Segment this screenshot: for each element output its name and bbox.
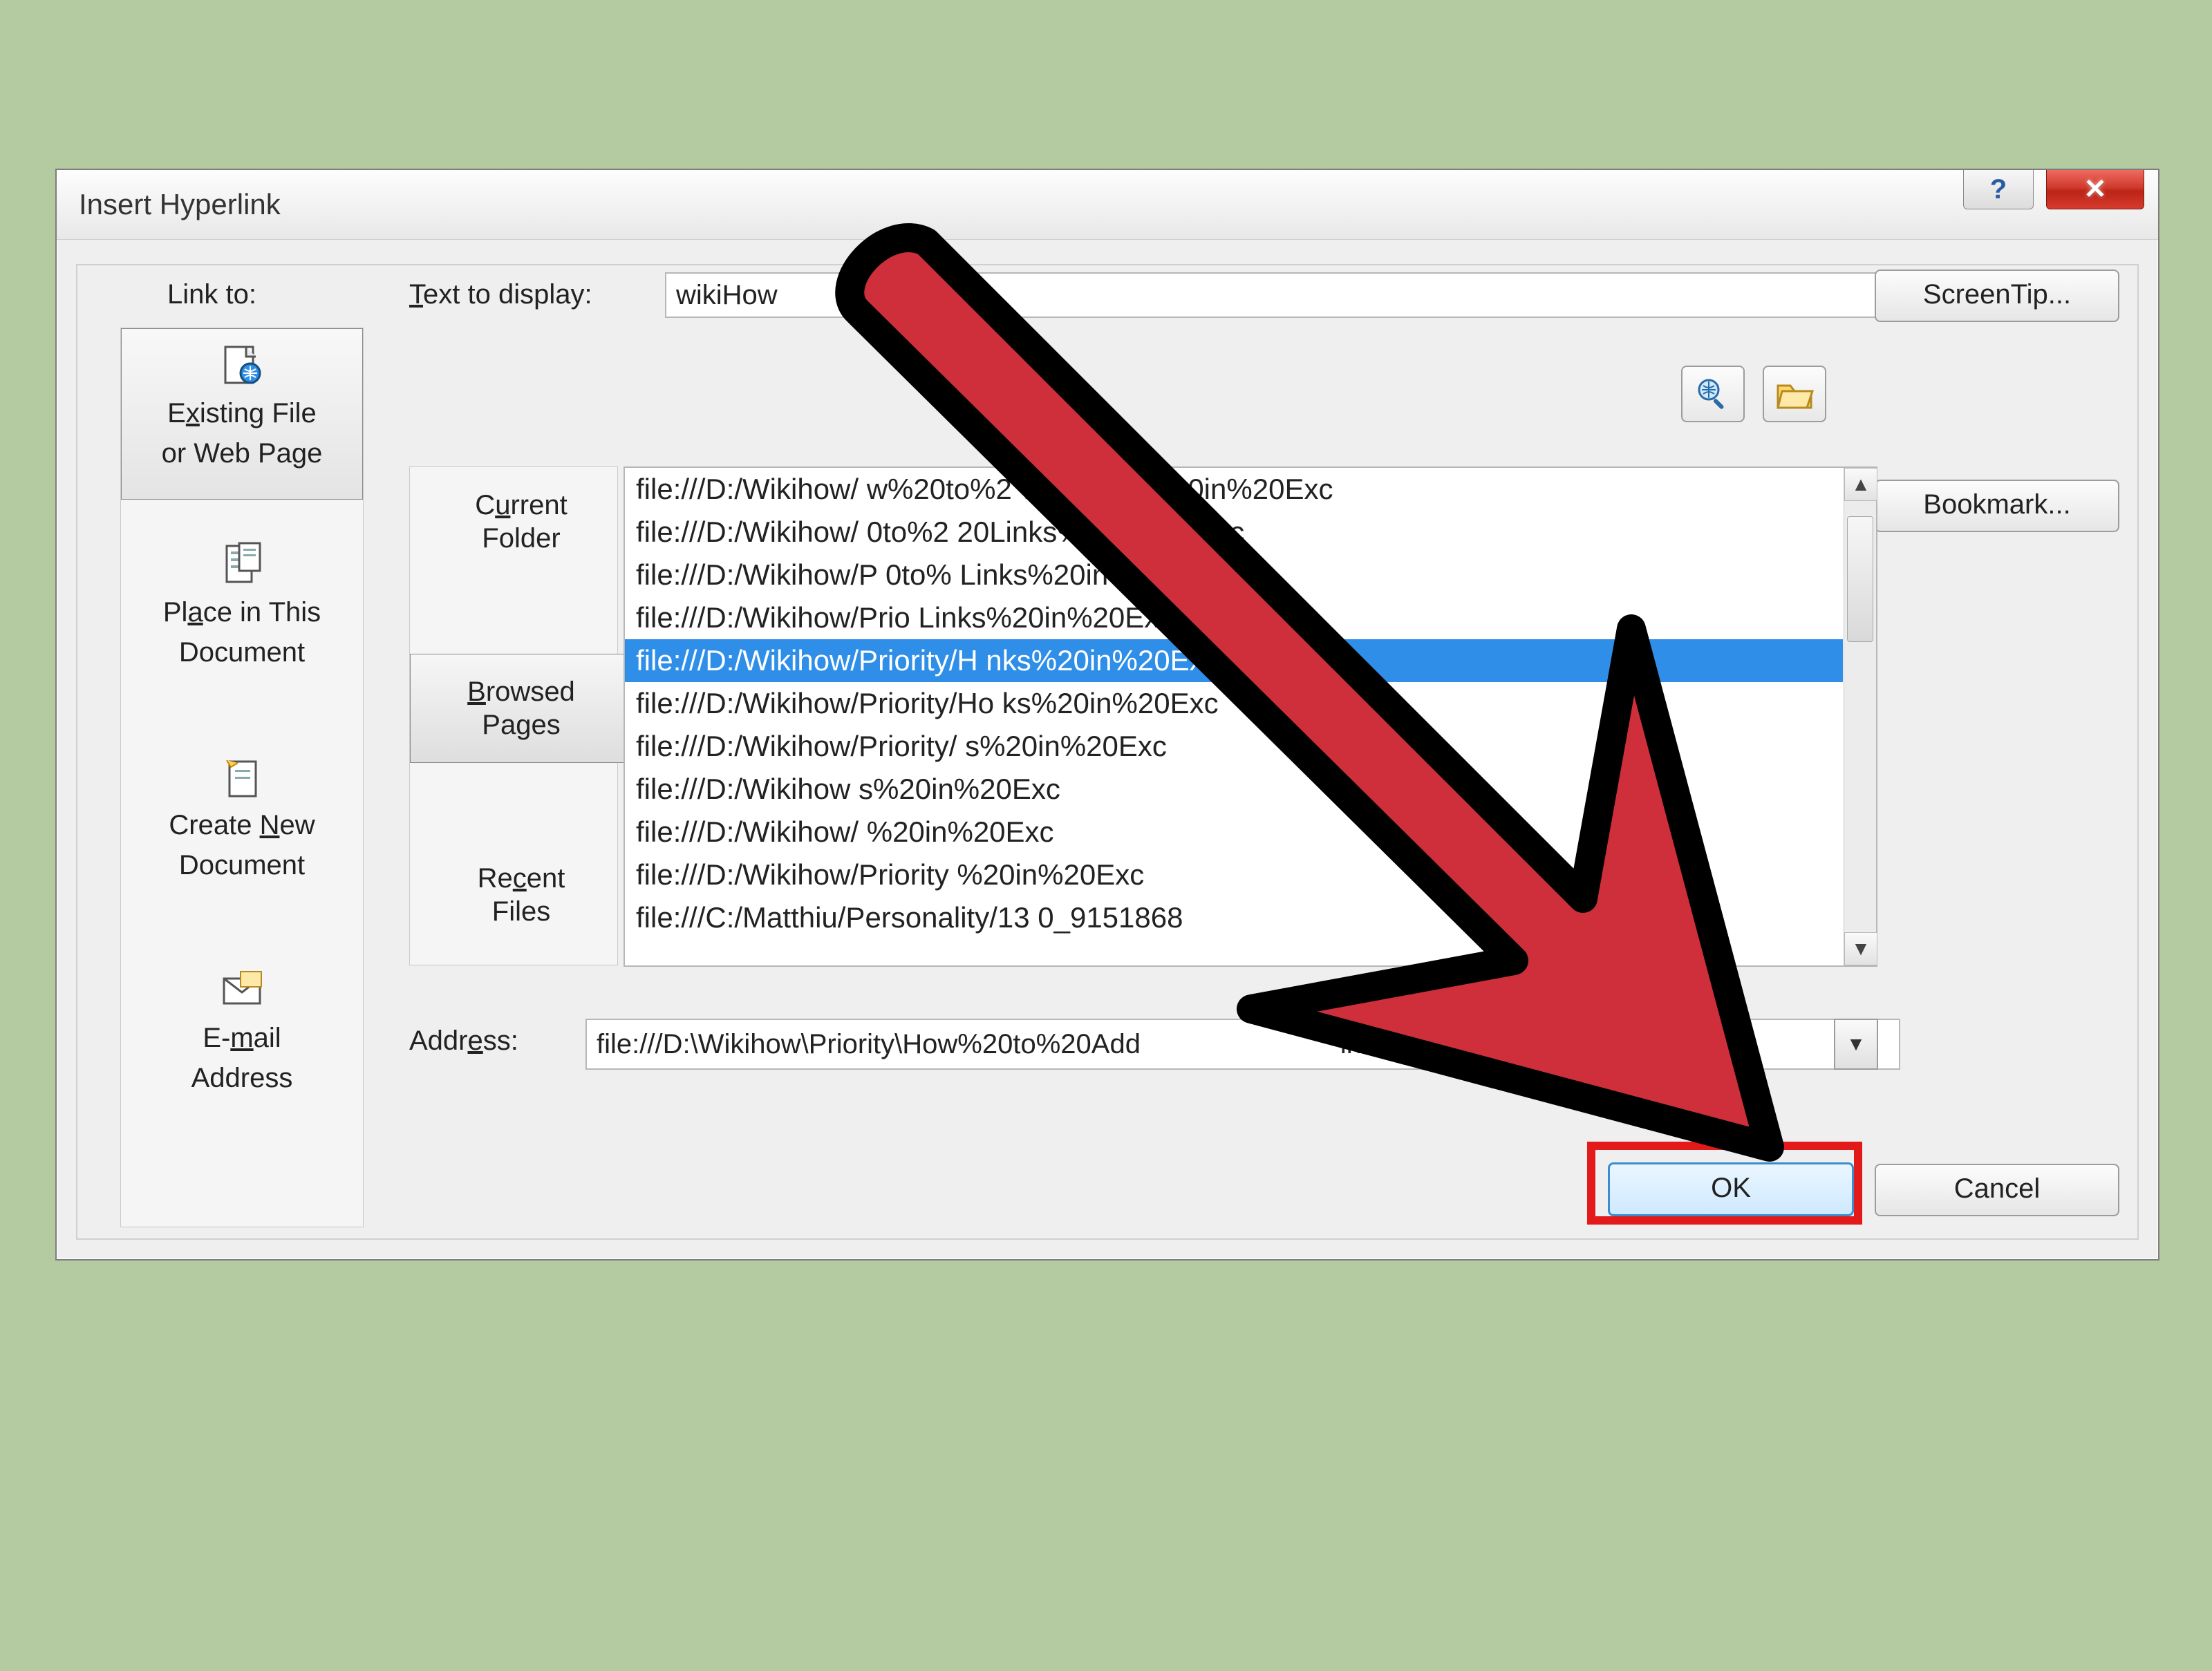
file-list[interactable]: file:///D:/Wikihow/ w%20to%2 %20Links%20… (624, 466, 1877, 967)
document-bookmark-icon (220, 542, 264, 586)
chevron-down-icon[interactable]: ▼ (1834, 1019, 1878, 1070)
file-list-item[interactable]: file:///D:/Wikihow/P 0to% Links%20in%20E… (625, 554, 1843, 596)
address-combobox[interactable]: ▼ (585, 1019, 1878, 1067)
file-list-item[interactable]: file:///C:/Matthiu/Personality/13 0_9151… (625, 896, 1843, 939)
help-button[interactable]: ? (1963, 170, 2034, 209)
file-list-item[interactable]: file:///D:/Wikihow/ w%20to%2 %20Links%20… (625, 468, 1843, 511)
page-web-icon (220, 343, 264, 387)
link-to-label-line2: Address (129, 1061, 355, 1095)
link-to-label-line1: Place in This (129, 595, 355, 630)
scrollbar[interactable]: ▲ ▼ (1844, 468, 1876, 965)
browse-tabs: CurrentFolder BrowsedPages RecentFiles (409, 466, 618, 965)
titlebar: Insert Hyperlink ? ✕ (57, 170, 2158, 240)
link-to-label-line1: Create New (129, 808, 355, 842)
file-list-item[interactable]: file:///D:/Wikihow/ 0to%2 20Links%20in%2… (625, 511, 1843, 554)
link-to-label-line1: Existing File (129, 396, 355, 431)
link-to-email[interactable]: E-mail Address (121, 953, 363, 1138)
link-to-label-line2: Document (129, 635, 355, 670)
bookmark-button[interactable]: Bookmark... (1875, 480, 2119, 532)
ok-button[interactable]: OK (1608, 1162, 1854, 1216)
lookin-toolbar (1681, 366, 1826, 422)
scroll-up-icon[interactable]: ▲ (1844, 468, 1877, 501)
link-to-create-new[interactable]: Create New Document (121, 740, 363, 925)
close-icon: ✕ (2083, 173, 2107, 205)
file-list-item[interactable]: file:///D:/Wikihow/Priority/H nks%20in%2… (625, 639, 1843, 682)
tab-recent-files[interactable]: RecentFiles (410, 840, 632, 950)
file-list-item[interactable]: file:///D:/Wikihow/Priority/ s%20in%20Ex… (625, 725, 1843, 768)
new-document-icon (220, 755, 264, 799)
link-to-existing-file[interactable]: Existing File or Web Page (121, 328, 363, 500)
close-button[interactable]: ✕ (2046, 170, 2144, 209)
text-to-display-input[interactable] (665, 272, 1897, 318)
browse-web-button[interactable] (1681, 366, 1745, 422)
link-to-label: Link to: (167, 279, 256, 310)
file-list-item[interactable]: file:///D:/Wikihow s%20in%20Exc (625, 768, 1843, 811)
file-list-item[interactable]: file:///D:/Wikihow/Priority %20in%20Exc (625, 853, 1843, 896)
dialog-body: Link to: Existing File or Web Page Place… (76, 264, 2139, 1240)
magnifier-web-icon (1694, 376, 1732, 412)
dialog-title: Insert Hyperlink (79, 188, 281, 221)
link-to-list: Existing File or Web Page Place in This … (120, 328, 364, 1227)
text-to-display-label: Text to display: (409, 279, 592, 310)
screentip-button[interactable]: ScreenTip... (1875, 270, 2119, 322)
file-list-item[interactable]: file:///D:/Wikihow/Priority/Ho ks%20in%2… (625, 682, 1843, 725)
scroll-down-icon[interactable]: ▼ (1844, 932, 1877, 965)
help-icon: ? (1990, 174, 2007, 205)
folder-open-icon (1775, 376, 1814, 412)
file-list-item[interactable]: file:///D:/Wikihow/ %20in%20Exc (625, 811, 1843, 853)
link-to-label-line2: or Web Page (129, 436, 355, 471)
browse-file-button[interactable] (1763, 366, 1826, 422)
file-list-item[interactable]: file:///D:/Wikihow/Prio Links%20in%20Exc (625, 596, 1843, 639)
email-icon (220, 967, 264, 1012)
link-to-place-in-doc[interactable]: Place in This Document (121, 527, 363, 712)
address-input[interactable] (585, 1019, 1900, 1070)
address-label: Address: (409, 1026, 518, 1057)
link-to-label-line1: E-mail (129, 1021, 355, 1055)
scroll-thumb[interactable] (1847, 516, 1873, 642)
tab-browsed-pages[interactable]: BrowsedPages (410, 654, 632, 763)
link-to-label-line2: Document (129, 848, 355, 882)
tab-current-folder[interactable]: CurrentFolder (410, 467, 632, 576)
cancel-button[interactable]: Cancel (1875, 1164, 2119, 1216)
insert-hyperlink-dialog: Insert Hyperlink ? ✕ Link to: Existing F… (55, 169, 2159, 1261)
